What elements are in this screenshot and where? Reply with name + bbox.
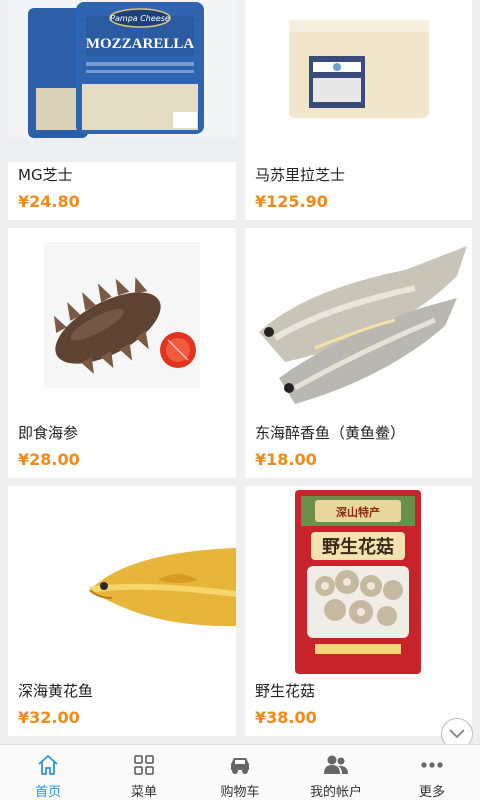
product-image-sea-cucumber bbox=[8, 228, 236, 418]
tab-label: 我的帐户 bbox=[309, 785, 362, 800]
product-price: ¥38.00 bbox=[255, 708, 317, 727]
svg-text:野生花菇: 野生花菇 bbox=[322, 536, 394, 558]
product-price: ¥18.00 bbox=[255, 450, 317, 469]
tab-label: 菜单 bbox=[130, 785, 157, 800]
more-icon bbox=[419, 752, 445, 778]
product-name: 马苏里拉芝士 bbox=[255, 166, 346, 184]
product-price: ¥24.80 bbox=[18, 192, 80, 211]
product-price: ¥28.00 bbox=[18, 450, 80, 469]
tab-more[interactable]: 更多 bbox=[384, 745, 480, 800]
product-name: 即食海参 bbox=[18, 424, 79, 442]
product-name: MG芝士 bbox=[18, 166, 73, 184]
product-card[interactable]: 东海醉香鱼（黄鱼鲞） ¥18.00 bbox=[245, 228, 472, 478]
bottom-tab-bar: 首页 菜单 购物车 我的帐户 更多 bbox=[0, 744, 480, 800]
product-card[interactable]: 即食海参 ¥28.00 bbox=[8, 228, 236, 478]
product-card[interactable]: 深海黄花鱼 ¥32.00 bbox=[8, 486, 236, 736]
product-price: ¥32.00 bbox=[18, 708, 80, 727]
product-image-mushroom-pack: 深山特产 野生花菇 bbox=[245, 486, 472, 676]
tab-label: 首页 bbox=[34, 785, 61, 800]
product-image-mozzarella: Pampa Cheese MOZZARELLA bbox=[8, 0, 236, 162]
product-card[interactable]: Pampa Cheese MOZZARELLA MG芝士 ¥24.80 bbox=[8, 0, 236, 220]
product-name: 东海醉香鱼（黄鱼鲞） bbox=[255, 424, 406, 442]
tab-account[interactable]: 我的帐户 bbox=[288, 745, 384, 800]
tab-home[interactable]: 首页 bbox=[0, 745, 96, 800]
product-grid: Pampa Cheese MOZZARELLA MG芝士 ¥24.80 马苏里拉… bbox=[0, 0, 480, 744]
tab-cart[interactable]: 购物车 bbox=[192, 745, 288, 800]
product-image-dried-fish bbox=[245, 228, 472, 418]
svg-text:Pampa Cheese: Pampa Cheese bbox=[110, 14, 170, 23]
svg-text:深山特产: 深山特产 bbox=[336, 505, 380, 519]
product-image-yellow-croaker bbox=[8, 486, 236, 676]
tab-label: 购物车 bbox=[220, 785, 260, 800]
svg-text:MOZZARELLA: MOZZARELLA bbox=[86, 36, 195, 52]
menu-grid-icon bbox=[131, 752, 157, 778]
product-card[interactable]: 马苏里拉芝士 ¥125.90 bbox=[245, 0, 472, 220]
product-name: 深海黄花鱼 bbox=[18, 682, 94, 700]
home-icon bbox=[35, 752, 61, 778]
account-icon bbox=[323, 752, 349, 778]
chevron-down-icon bbox=[449, 729, 465, 739]
product-card[interactable]: 深山特产 野生花菇 野生花菇 ¥38.00 bbox=[245, 486, 472, 736]
product-image-cheese-block bbox=[245, 0, 472, 162]
product-price: ¥125.90 bbox=[255, 192, 328, 211]
tab-label: 更多 bbox=[418, 785, 445, 800]
product-name: 野生花菇 bbox=[255, 682, 316, 700]
tab-menu[interactable]: 菜单 bbox=[96, 745, 192, 800]
cart-icon bbox=[227, 752, 253, 778]
